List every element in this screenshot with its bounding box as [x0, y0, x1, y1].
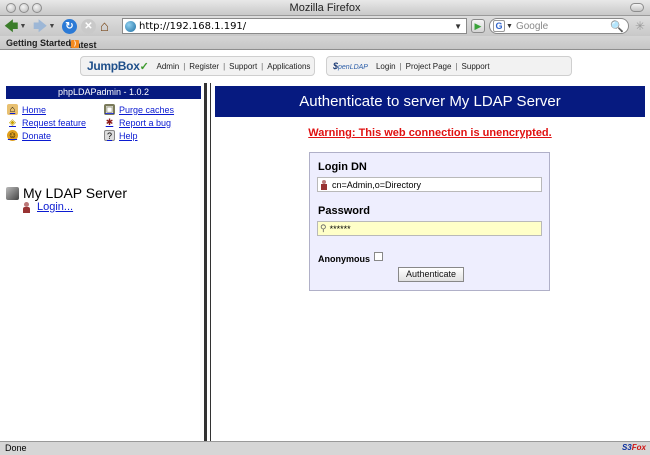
page-content: JumpBox✓ Admin | Register | Support | Ap… — [0, 51, 650, 441]
openldap-bar: $penLDAP Login | Project Page | Support — [326, 56, 572, 76]
openldap-project-page-link[interactable]: Project Page — [406, 62, 452, 71]
anonymous-checkbox[interactable] — [374, 252, 384, 261]
frame-divider[interactable] — [210, 83, 211, 441]
window-title: Mozilla Firefox — [289, 2, 361, 14]
activity-throbber-icon: ✳ — [635, 19, 646, 33]
server-icon — [6, 186, 19, 200]
sidebar-link-purge-label: Purge caches — [119, 104, 175, 115]
user-icon — [320, 179, 328, 190]
sidebar-header: phpLDAPadmin - 1.0.2 — [6, 86, 201, 99]
separator: | — [261, 61, 264, 71]
separator: | — [223, 61, 226, 71]
home-icon: ⌂ — [100, 17, 110, 35]
openldap-login-link[interactable]: Login — [376, 62, 396, 71]
go-icon: ▶ — [474, 20, 482, 31]
sidebar-link-home[interactable]: ⌂ Home — [7, 104, 46, 115]
separator: | — [183, 61, 186, 71]
server-tree-root[interactable]: My LDAP Server — [6, 185, 127, 201]
login-dn-field[interactable]: cn=Admin,o=Directory — [317, 177, 542, 192]
separator: | — [455, 61, 458, 71]
site-globe-icon — [125, 20, 136, 32]
help-icon: ? — [104, 130, 115, 141]
window-titlebar: Mozilla Firefox — [0, 0, 650, 16]
google-engine-icon[interactable]: G — [493, 20, 505, 32]
sidebar-link-report-label: Report a bug — [119, 117, 172, 128]
sidebar-link-donate-label: Donate — [22, 130, 52, 141]
back-button[interactable]: 🡄 ▼ — [4, 18, 26, 34]
go-button[interactable]: ▶ — [471, 19, 485, 33]
trash-icon: ▣ — [104, 104, 115, 115]
reload-button[interactable]: ↻ — [62, 18, 77, 34]
jumpbox-register-link[interactable]: Register — [189, 62, 219, 71]
openldap-logo[interactable]: $penLDAP — [333, 61, 368, 71]
home-icon: ⌂ — [7, 104, 18, 115]
forward-dropdown-icon[interactable]: ▼ — [48, 23, 55, 30]
url-text[interactable]: http://192.168.1.191/ — [139, 21, 454, 32]
jumpbox-admin-link[interactable]: Admin — [157, 62, 180, 71]
back-arrow-icon: 🡄 — [4, 18, 19, 34]
login-dn-label: Login DN — [318, 161, 367, 173]
unencrypted-warning: Warning: This web connection is unencryp… — [308, 127, 552, 139]
separator: | — [399, 61, 402, 71]
server-login-link[interactable]: Login... — [22, 201, 73, 213]
search-bar[interactable]: G ▼ Google 🔍 — [489, 18, 629, 34]
search-placeholder[interactable]: Google — [516, 21, 610, 32]
status-bar: Done S3Fox — [0, 441, 650, 455]
sidebar-link-home-label: Home — [22, 104, 47, 115]
user-icon — [22, 201, 31, 213]
page-title: Authenticate to server My LDAP Server — [215, 86, 645, 117]
bookmark-getting-started[interactable]: Getting Started — [6, 38, 71, 48]
jumpbox-support-link[interactable]: Support — [229, 62, 257, 71]
sidebar-link-report-bug[interactable]: ✱ Report a bug — [104, 117, 171, 128]
left-frame: phpLDAPadmin - 1.0.2 ⌂ Home ▣ Purge caches… — [0, 83, 207, 441]
reload-icon: ↻ — [62, 18, 77, 34]
bug-icon: ✱ — [105, 117, 114, 127]
sidebar-link-request-label: Request feature — [22, 117, 87, 128]
navigation-toolbar: 🡄 ▼ 🡆 ▼ ↻ ✕ ⌂ http://192.168.1.191/ ▼ ▶ G … — [0, 16, 650, 36]
jumpbox-logo-text: JumpBox — [87, 59, 140, 73]
rss-feed-icon: ) — [71, 40, 79, 48]
forward-arrow-icon: 🡆 — [33, 18, 48, 34]
sidebar-link-donate[interactable]: ☺ Donate — [7, 130, 51, 141]
status-text: Done — [5, 443, 27, 453]
sidebar-link-help[interactable]: ? Help — [104, 130, 138, 141]
url-bar[interactable]: http://192.168.1.191/ ▼ — [122, 18, 467, 34]
password-label: Password — [318, 205, 370, 217]
url-history-dropdown-icon[interactable]: ▼ — [454, 22, 462, 31]
search-magnifier-icon[interactable]: 🔍 — [610, 20, 624, 33]
sidebar-link-help-label: Help — [119, 130, 138, 141]
sidebar-link-purge-caches[interactable]: ▣ Purge caches — [104, 104, 174, 115]
password-value[interactable]: ****** — [330, 224, 351, 234]
server-name: My LDAP Server — [23, 185, 127, 201]
search-engine-dropdown-icon[interactable]: ▼ — [506, 23, 513, 30]
openldap-support-link[interactable]: Support — [462, 62, 490, 71]
jumpbox-bar: JumpBox✓ Admin | Register | Support | Ap… — [80, 56, 315, 76]
login-form: Login DN cn=Admin,o=Directory Password ⚲… — [309, 152, 550, 291]
login-dn-value[interactable]: cn=Admin,o=Directory — [332, 180, 421, 190]
sidebar-link-request-feature[interactable]: ◈ Request feature — [7, 117, 86, 128]
forward-button[interactable]: 🡆 ▼ — [33, 18, 55, 34]
openldap-logo-text: penLDAP — [338, 64, 368, 71]
anonymous-option: Anonymous — [318, 252, 384, 264]
password-field[interactable]: ⚲ ****** — [317, 221, 542, 236]
key-icon: ⚲ — [320, 223, 327, 233]
server-login-label: Login... — [37, 201, 74, 213]
jumpbox-logo[interactable]: JumpBox✓ — [87, 59, 149, 73]
stop-button[interactable]: ✕ — [81, 18, 96, 34]
s3fox-addon-icon[interactable]: S3Fox — [622, 443, 646, 452]
home-button[interactable]: ⌂ — [100, 17, 110, 35]
authenticate-button[interactable]: Authenticate — [398, 267, 464, 282]
stop-icon: ✕ — [81, 18, 96, 34]
anonymous-label: Anonymous — [318, 254, 371, 264]
back-dropdown-icon[interactable]: ▼ — [19, 23, 26, 30]
toolbar-toggle-icon[interactable] — [630, 3, 644, 12]
jumpbox-check-icon: ✓ — [139, 61, 149, 73]
lightbulb-icon: ◈ — [9, 117, 16, 127]
donate-smiley-icon: ☺ — [7, 130, 18, 141]
bookmarks-toolbar: Getting Started Latest Headlines) — [0, 36, 650, 60]
jumpbox-applications-link[interactable]: Applications — [267, 62, 310, 71]
